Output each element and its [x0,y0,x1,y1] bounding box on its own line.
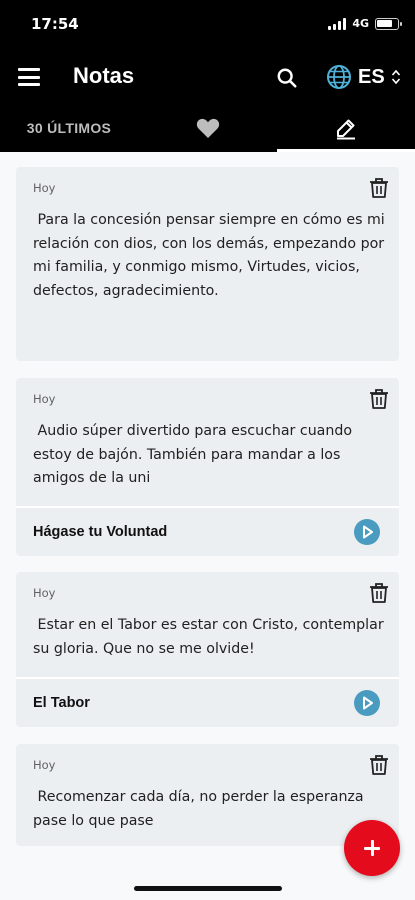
trash-icon[interactable] [369,754,389,776]
audio-row[interactable]: Hágase tu Voluntad [16,506,399,556]
network-type: 4G [352,17,369,30]
note-text: Para la concesión pensar siempre en cómo… [33,212,390,299]
play-icon[interactable] [354,519,380,545]
trash-icon[interactable] [369,177,389,199]
status-bar: 17:54 4G [0,0,415,50]
trash-icon[interactable] [369,582,389,604]
note-date: Hoy [33,181,56,195]
status-indicators: 4G [328,17,402,30]
audio-row[interactable]: El Tabor [16,677,399,727]
add-note-button[interactable] [344,820,400,876]
pencil-icon [337,119,355,140]
app-header: 17:54 4G Notas ES 30 ÚLTIMOS [0,0,415,152]
language-code: ES [358,65,385,88]
search-icon[interactable] [276,67,298,89]
note-card[interactable]: Hoy Estar en el Tabor es estar con Crist… [16,572,399,727]
audio-title: El Tabor [33,695,90,711]
note-text: Recomenzar cada día, no perder la espera… [33,789,369,829]
status-time: 17:54 [31,15,79,33]
note-card[interactable]: Hoy Recomenzar cada día, no perder la es… [16,744,399,846]
tab-recent[interactable]: 30 ÚLTIMOS [0,104,138,152]
tab-favorites[interactable] [138,104,277,152]
top-bar: Notas ES [0,55,415,100]
note-date: Hoy [33,586,56,600]
tab-bar: 30 ÚLTIMOS [0,104,415,152]
tab-notes[interactable] [277,104,415,152]
audio-title: Hágase tu Voluntad [33,524,168,540]
note-date: Hoy [33,392,56,406]
battery-level [377,19,392,27]
note-card[interactable]: Hoy Audio súper divertido para escuchar … [16,378,399,556]
home-indicator[interactable] [134,886,282,891]
note-card[interactable]: Hoy Para la concesión pensar siempre en … [16,167,399,361]
language-selector[interactable]: ES [326,64,401,90]
note-date: Hoy [33,758,56,772]
note-text: Estar en el Tabor es estar con Cristo, c… [33,617,389,657]
notes-list[interactable]: Hoy Para la concesión pensar siempre en … [0,152,415,900]
battery-icon [375,17,402,30]
heart-icon [196,118,219,138]
note-text: Audio súper divertido para escuchar cuan… [33,423,357,486]
play-icon[interactable] [354,690,380,716]
trash-icon[interactable] [369,388,389,410]
tab-recent-label: 30 ÚLTIMOS [26,120,112,136]
page-title: Notas [73,63,135,88]
menu-icon[interactable] [18,68,40,86]
globe-icon [327,65,351,89]
signal-icon [328,17,347,30]
chevron-updown-icon [391,69,400,85]
